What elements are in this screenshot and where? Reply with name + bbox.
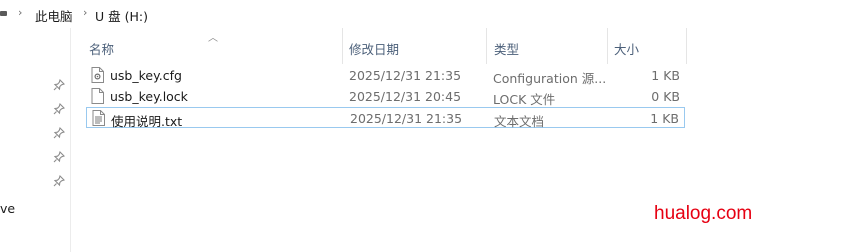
text-file-icon: [92, 110, 105, 126]
file-size: 0 KB: [651, 89, 680, 104]
column-header-name[interactable]: 名称: [89, 39, 114, 58]
config-file-icon: [91, 67, 104, 83]
watermark-text: hualog.com: [654, 203, 753, 224]
file-type: Configuration 源...: [493, 71, 607, 86]
file-type: LOCK 文件: [493, 92, 556, 107]
column-header-size[interactable]: 大小: [614, 39, 639, 58]
file-row[interactable]: usb_key.lock 2025/12/31 20:45 LOCK 文件 0 …: [86, 86, 685, 107]
nav-item-label[interactable]: ve: [0, 201, 15, 216]
pin-icon[interactable]: [53, 79, 65, 91]
navigation-pane: ve: [0, 28, 70, 252]
breadcrumb-separator-icon[interactable]: ›: [83, 6, 87, 19]
pin-icon[interactable]: [53, 175, 65, 187]
file-modified: 2025/12/31 21:35: [349, 68, 462, 83]
file-type: 文本文档: [494, 114, 545, 129]
pin-icon[interactable]: [53, 103, 65, 115]
column-header-type[interactable]: 类型: [494, 39, 519, 58]
pin-icon[interactable]: [53, 127, 65, 139]
column-divider[interactable]: [342, 28, 343, 64]
column-header-row: ︿ 名称 修改日期 类型 大小: [71, 28, 691, 64]
drive-icon: [0, 11, 7, 16]
column-divider[interactable]: [486, 28, 487, 64]
file-size: 1 KB: [650, 111, 679, 126]
sort-ascending-icon: ︿: [208, 33, 218, 44]
file-modified: 2025/12/31 20:45: [349, 89, 462, 104]
file-row[interactable]: 使用说明.txt 2025/12/31 21:35 文本文档 1 KB: [86, 107, 685, 130]
address-bar[interactable]: › 此电脑 › U 盘 (H:): [0, 0, 843, 28]
file-name[interactable]: 使用说明.txt: [111, 111, 182, 130]
file-row[interactable]: usb_key.cfg 2025/12/31 21:35 Configurati…: [86, 65, 685, 86]
pin-icon[interactable]: [53, 151, 65, 163]
column-divider[interactable]: [686, 28, 687, 64]
file-name[interactable]: usb_key.lock: [110, 89, 188, 104]
breadcrumb-separator-icon[interactable]: ›: [18, 6, 22, 19]
blank-file-icon: [91, 88, 104, 104]
file-size: 1 KB: [651, 68, 680, 83]
column-divider[interactable]: [607, 28, 608, 64]
file-name[interactable]: usb_key.cfg: [110, 68, 182, 83]
column-header-modified[interactable]: 修改日期: [349, 39, 399, 58]
file-modified: 2025/12/31 21:35: [350, 111, 463, 126]
breadcrumb-usb-drive[interactable]: U 盘 (H:): [95, 6, 148, 25]
breadcrumb-this-pc[interactable]: 此电脑: [35, 6, 73, 25]
